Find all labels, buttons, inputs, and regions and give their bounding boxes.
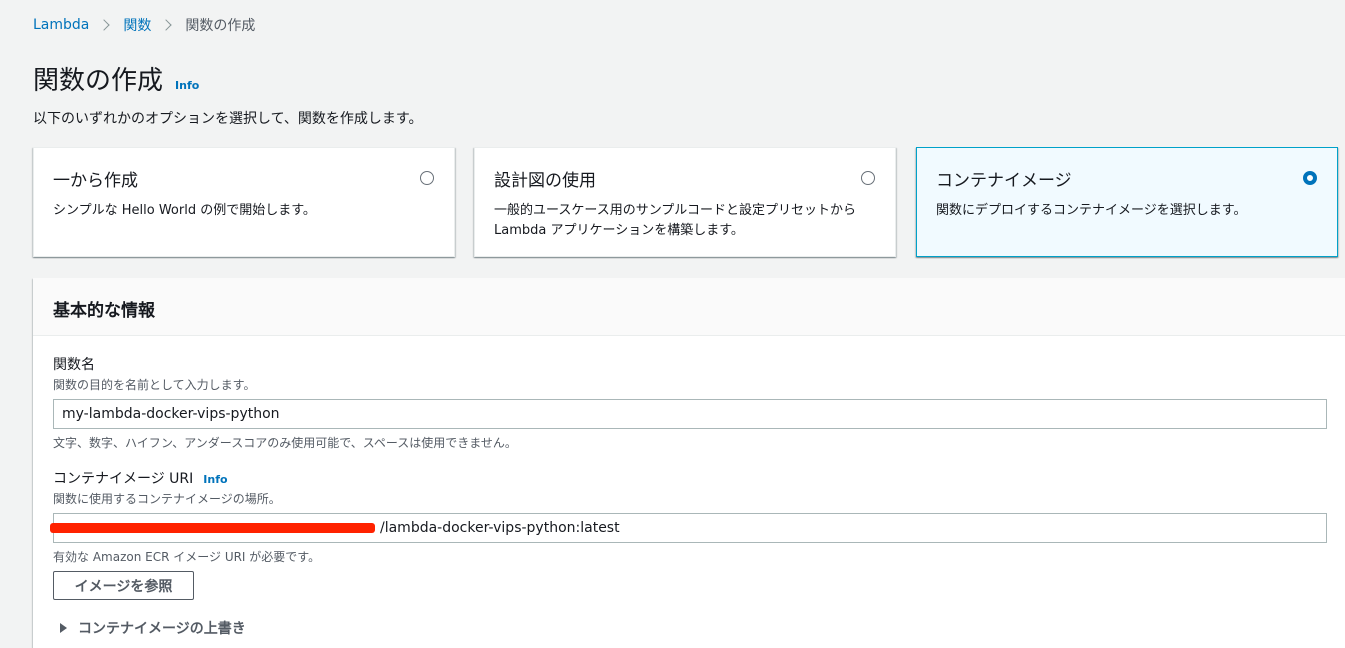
breadcrumb: Lambda 関数 関数の作成: [33, 15, 255, 35]
redaction-mark: [50, 523, 375, 533]
container-image-overrides-expander[interactable]: コンテナイメージの上書き: [60, 618, 246, 638]
function-name-label: 関数名: [53, 354, 1327, 374]
radio-use-blueprint[interactable]: [861, 171, 875, 185]
image-uri-description: 関数に使用するコンテナイメージの場所。: [53, 492, 281, 506]
option-description: シンプルな Hello World の例で開始します。: [53, 203, 316, 218]
function-name-label-text: 関数名: [53, 357, 95, 373]
breadcrumb-functions[interactable]: 関数: [123, 15, 151, 35]
image-uri-constraint: 有効な Amazon ECR イメージ URI が必要です。: [53, 550, 321, 564]
image-uri-label-text: コンテナイメージ URI: [53, 471, 194, 487]
page-header: 関数の作成 Info: [33, 60, 199, 97]
option-title: 一から作成: [53, 171, 138, 191]
image-uri-field: コンテナイメージ URI Info 関数に使用するコンテナイメージの場所。 有効…: [50, 468, 1327, 600]
expander-label: コンテナイメージの上書き: [78, 621, 246, 637]
chevron-right-icon: [98, 19, 111, 31]
function-name-description: 関数の目的を名前として入力します。: [53, 378, 256, 392]
function-name-input[interactable]: [53, 399, 1327, 429]
radio-author-from-scratch[interactable]: [420, 171, 434, 185]
option-use-blueprint[interactable]: 設計図の使用 一般的ユースケース用のサンプルコードと設定プリセットから Lamb…: [474, 147, 896, 257]
page-info-link[interactable]: Info: [175, 79, 199, 92]
function-name-constraint: 文字、数字、ハイフン、アンダースコアのみ使用可能で、スペースは使用できません。: [53, 436, 517, 450]
page-subtitle: 以下のいずれかのオプションを選択して、関数を作成します。: [33, 111, 423, 127]
radio-container-image[interactable]: [1303, 171, 1317, 185]
option-title: コンテナイメージ: [936, 171, 1072, 191]
page-title: 関数の作成: [33, 66, 164, 96]
image-uri-input-wrapper: [50, 513, 1327, 543]
option-description: 関数にデプロイするコンテナイメージを選択します。: [936, 203, 1247, 218]
panel-header: 基本的な情報: [33, 278, 1345, 336]
image-uri-label: コンテナイメージ URI Info: [53, 468, 1327, 488]
breadcrumb-lambda[interactable]: Lambda: [33, 17, 89, 33]
function-name-field: 関数名 関数の目的を名前として入力します。 文字、数字、ハイフン、アンダースコア…: [53, 354, 1327, 451]
basic-info-panel: 基本的な情報 関数名 関数の目的を名前として入力します。 文字、数字、ハイフン、…: [33, 278, 1345, 648]
image-uri-info-link[interactable]: Info: [203, 473, 227, 486]
panel-title: 基本的な情報: [53, 301, 155, 321]
option-title: 設計図の使用: [494, 171, 596, 191]
browse-images-button[interactable]: イメージを参照: [53, 571, 194, 600]
chevron-right-icon: [160, 19, 173, 31]
option-author-from-scratch[interactable]: 一から作成 シンプルな Hello World の例で開始します。: [33, 147, 455, 257]
option-description: 一般的ユースケース用のサンプルコードと設定プリセットから Lambda アプリケ…: [494, 203, 857, 238]
option-container-image[interactable]: コンテナイメージ 関数にデプロイするコンテナイメージを選択します。: [916, 147, 1338, 257]
breadcrumb-current: 関数の作成: [185, 18, 256, 34]
caret-right-icon: [60, 623, 67, 633]
